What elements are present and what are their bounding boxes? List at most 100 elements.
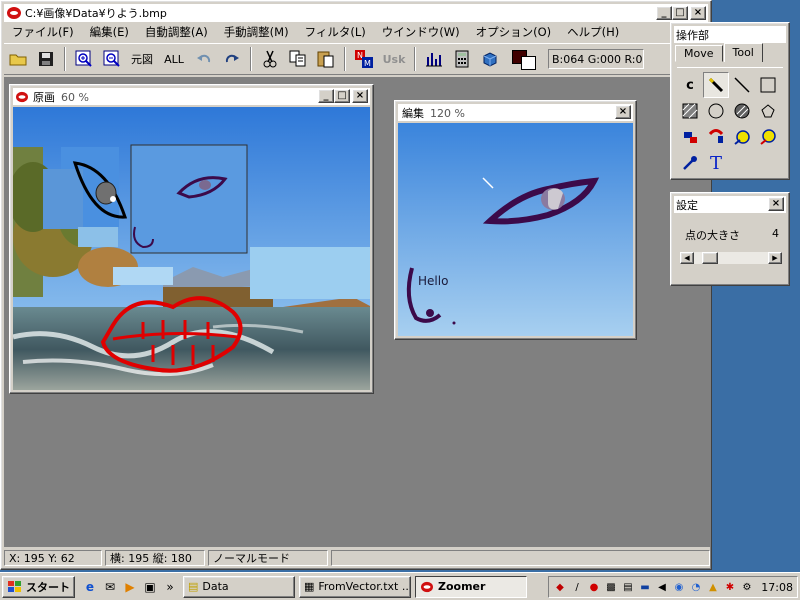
tool-dodge[interactable]	[729, 124, 755, 150]
tool-filled-ellipse[interactable]	[729, 98, 755, 124]
tool-magnet[interactable]	[703, 124, 729, 150]
folder-icon	[9, 54, 27, 66]
background-color-swatch[interactable]	[521, 56, 536, 70]
network-icon[interactable]: ▩	[604, 580, 618, 594]
maximize-button[interactable]: □	[672, 6, 688, 20]
tool-line[interactable]	[729, 72, 755, 98]
calculator-button[interactable]	[450, 47, 474, 71]
original-size-button[interactable]: 元図	[128, 47, 156, 71]
tool-burn[interactable]	[755, 124, 781, 150]
tool-filled-rectangle[interactable]	[677, 98, 703, 124]
edit-window-title: 編集	[402, 106, 424, 120]
gear-icon[interactable]: ⚙	[740, 580, 754, 594]
tab-tool[interactable]: Tool	[723, 43, 763, 62]
pen-icon[interactable]: /	[570, 580, 584, 594]
cut-button[interactable]	[258, 47, 282, 71]
open-folder-button[interactable]	[6, 47, 30, 71]
warning-icon[interactable]: ▲	[706, 580, 720, 594]
hatched-rectangle-icon	[682, 103, 698, 119]
redo-button[interactable]	[220, 47, 244, 71]
tab-move[interactable]: Move	[675, 45, 723, 62]
hatched-ellipse-icon	[734, 103, 750, 119]
taskbar-button-zoomer[interactable]: Zoomer	[415, 575, 527, 598]
usk-button[interactable]: Usk	[380, 47, 408, 71]
save-button[interactable]	[34, 47, 58, 71]
start-label: スタート	[26, 580, 70, 594]
outlook-icon[interactable]: ✉	[101, 578, 119, 596]
star-icon[interactable]: ✱	[723, 580, 737, 594]
menu-manual-adjust[interactable]: 手動調整(M)	[216, 24, 297, 40]
maximize-button[interactable]: □	[334, 89, 350, 103]
close-button[interactable]: ×	[768, 197, 784, 211]
keyboard-icon[interactable]: ▤	[621, 580, 635, 594]
close-button[interactable]: ×	[690, 6, 706, 20]
menu-help[interactable]: ヘルプ(H)	[559, 24, 627, 40]
taskbar-button-data[interactable]: ▤ Data	[183, 575, 295, 598]
close-button[interactable]: ×	[615, 105, 631, 119]
minimize-button[interactable]: _	[318, 89, 334, 103]
slider-left-arrow[interactable]: ◀	[680, 252, 694, 264]
tool-eyedropper[interactable]	[677, 150, 703, 176]
monitor-icon[interactable]: ▬	[638, 580, 652, 594]
minimize-button[interactable]: _	[656, 6, 672, 20]
slider-right-arrow[interactable]: ▶	[768, 252, 782, 264]
original-image-canvas[interactable]	[13, 107, 370, 390]
undo-button[interactable]	[192, 47, 216, 71]
rectangle-icon	[760, 77, 776, 93]
tool-c[interactable]: c	[677, 72, 703, 98]
zoom-in-icon	[75, 50, 92, 67]
globe-icon[interactable]: ◉	[672, 580, 686, 594]
start-button[interactable]: スタート	[2, 575, 75, 598]
tool-stamp[interactable]	[677, 124, 703, 150]
edit-window-title-bar[interactable]: 編集 120 % ×	[398, 104, 633, 121]
new-mask-button[interactable]: NM	[352, 47, 376, 71]
toolbar: 元図 ALL NM Usk B:064 G:000 R:0	[4, 43, 709, 75]
zoom-all-button[interactable]: ALL	[160, 47, 188, 71]
slider-thumb[interactable]	[702, 252, 718, 264]
original-window-title-bar[interactable]: 原画 60 % _ □ ×	[13, 88, 370, 105]
calculator-icon	[455, 50, 469, 68]
menu-options[interactable]: オプション(O)	[468, 24, 560, 40]
edit-canvas[interactable]: Hello	[398, 123, 633, 336]
usk-label: Usk	[382, 52, 406, 66]
histogram-button[interactable]	[422, 47, 446, 71]
copy-button[interactable]	[286, 47, 310, 71]
point-size-slider[interactable]: ◀ ▶	[679, 251, 783, 265]
menu-file[interactable]: ファイル(F)	[4, 24, 82, 40]
red-circle-icon[interactable]: ●	[587, 580, 601, 594]
media-player-icon[interactable]: ▶	[121, 578, 139, 596]
original-image-window: 原画 60 % _ □ ×	[9, 84, 374, 394]
zoom-out-button[interactable]	[100, 47, 124, 71]
shield-icon[interactable]: ◆	[553, 580, 567, 594]
eyedropper-icon	[683, 156, 697, 170]
taskbar-button-fromvector[interactable]: ▦ FromVector.txt ...	[299, 575, 411, 598]
menu-filter[interactable]: フィルタ(L)	[297, 24, 374, 40]
menu-window[interactable]: ウインドウ(W)	[374, 24, 468, 40]
tool-ellipse[interactable]	[703, 98, 729, 124]
ie-icon[interactable]: e	[81, 578, 99, 596]
tool-text[interactable]: T	[703, 150, 729, 176]
tool-pencil[interactable]	[703, 72, 729, 98]
color-swatch[interactable]	[512, 48, 538, 70]
close-button[interactable]: ×	[352, 89, 368, 103]
point-size-label: 点の大きさ	[685, 229, 740, 242]
system-tray: ◆ / ● ▩ ▤ ▬ ◀ ◉ ◔ ▲ ✱ ⚙ 17:08	[548, 576, 798, 598]
app-icon	[7, 7, 21, 19]
chat-icon[interactable]: ◔	[689, 580, 703, 594]
speaker-icon[interactable]: ◀	[655, 580, 669, 594]
image-size: 横: 195 縦: 180	[105, 550, 205, 566]
paste-button[interactable]	[314, 47, 338, 71]
palette-title-bar[interactable]: 操作部	[674, 26, 786, 43]
desktop-icon[interactable]: ▣	[141, 578, 159, 596]
main-title-bar[interactable]: C:¥画像¥Data¥りよう.bmp _ □ ×	[4, 4, 708, 22]
taskbar-button-label: FromVector.txt ...	[318, 580, 411, 593]
tool-rectangle[interactable]	[755, 72, 781, 98]
settings-title-bar[interactable]: 設定 ×	[674, 196, 786, 213]
menu-edit[interactable]: 編集(E)	[82, 24, 137, 40]
3d-cube-button[interactable]	[478, 47, 502, 71]
zoom-in-button[interactable]	[72, 47, 96, 71]
copy-icon	[289, 50, 306, 67]
tool-polygon[interactable]	[755, 98, 781, 124]
chevron-icon[interactable]: »	[161, 578, 179, 596]
menu-auto-adjust[interactable]: 自動調整(A)	[137, 24, 216, 40]
